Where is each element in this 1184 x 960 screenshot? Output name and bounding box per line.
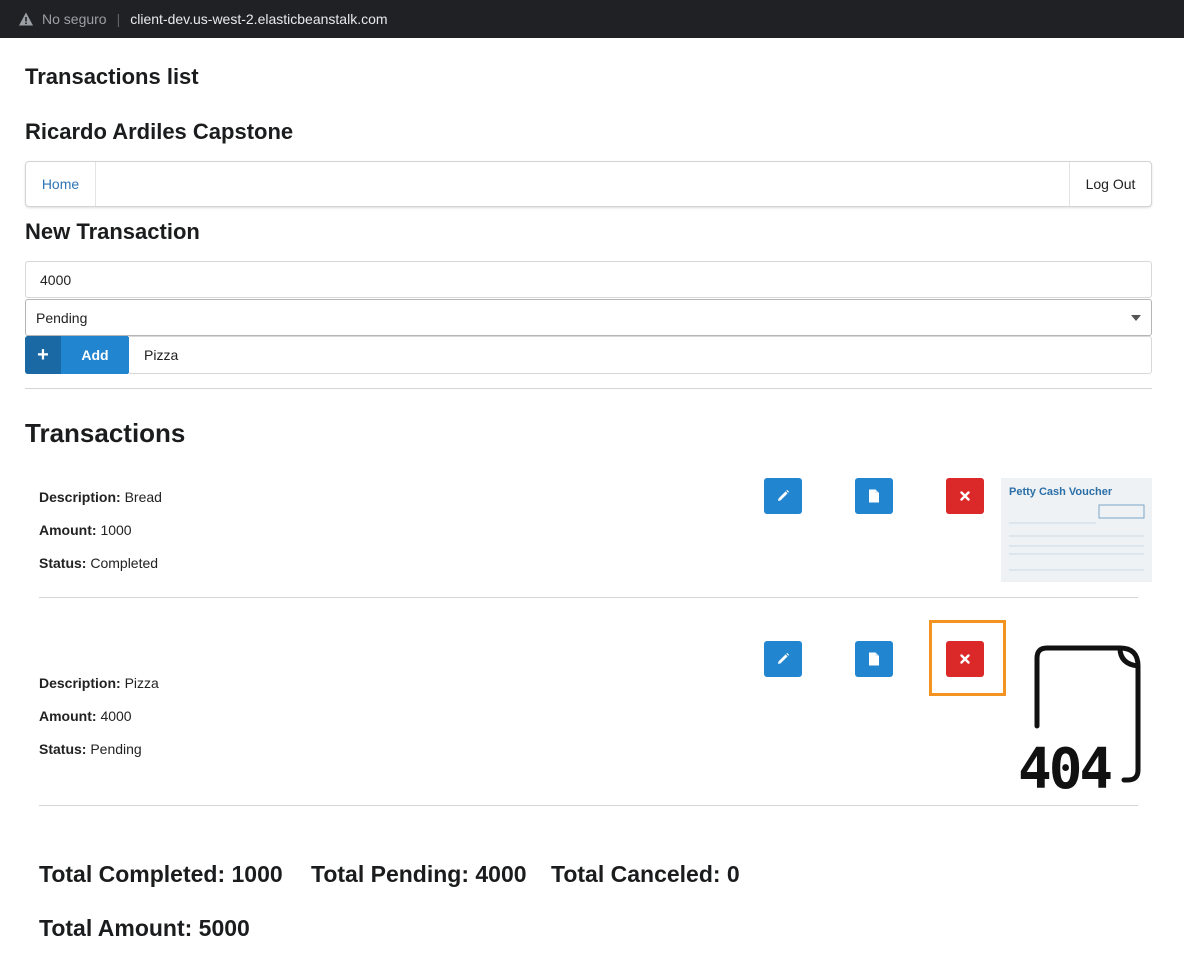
- transaction-1-description: Description: Bread: [39, 489, 162, 505]
- status-value: Completed: [90, 555, 159, 571]
- transaction-divider: [39, 597, 1138, 598]
- dropdown-caret-icon: [1131, 315, 1141, 321]
- delete-button[interactable]: [946, 641, 984, 677]
- page-subtitle: Ricardo Ardiles Capstone: [25, 119, 294, 144]
- edit-button[interactable]: [764, 641, 802, 677]
- total-canceled: Total Canceled: 0: [551, 861, 740, 887]
- file-icon: [869, 652, 879, 666]
- logout-button[interactable]: Log Out: [1069, 162, 1151, 206]
- attach-file-button[interactable]: [855, 641, 893, 677]
- total-amount: Total Amount: 5000: [39, 915, 250, 941]
- close-icon: [960, 654, 970, 664]
- description-value: Bread: [124, 489, 162, 505]
- description-input[interactable]: Pizza: [128, 336, 1152, 374]
- add-button-label: Add: [81, 347, 109, 363]
- transaction-2-description: Description: Pizza: [39, 675, 159, 691]
- menu-item-home[interactable]: Home: [26, 162, 96, 206]
- edit-button[interactable]: [764, 478, 802, 514]
- description-label: Description:: [39, 675, 121, 691]
- url-separator: |: [116, 11, 121, 27]
- add-button[interactable]: + Add: [25, 336, 129, 374]
- delete-button[interactable]: [946, 478, 984, 514]
- pencil-icon: [778, 652, 790, 664]
- petty-cash-voucher-image: Petty Cash Voucher: [1001, 478, 1152, 582]
- description-label: Description:: [39, 489, 121, 505]
- status-select-value: Pending: [36, 309, 88, 326]
- status-value: Pending: [90, 741, 142, 757]
- transaction-1-status: Status: Completed: [39, 555, 158, 571]
- document-404-icon: 404: [1018, 645, 1141, 802]
- transaction-1-amount: Amount: 1000: [39, 522, 132, 538]
- amount-value: 4000: [100, 708, 132, 724]
- status-label: Status:: [39, 741, 87, 757]
- amount-label: Amount:: [39, 522, 97, 538]
- transactions-heading: Transactions: [25, 418, 186, 448]
- transaction-2-status: Status: Pending: [39, 741, 142, 757]
- add-transaction-row: + Add Pizza: [25, 336, 1152, 374]
- section-divider: [25, 388, 1152, 389]
- status-label: Status:: [39, 555, 87, 571]
- total-pending: Total Pending: 4000: [311, 861, 527, 887]
- pencil-icon: [778, 489, 790, 501]
- status-select[interactable]: Pending: [25, 299, 1152, 336]
- transaction-divider: [39, 805, 1138, 806]
- amount-value: 1000: [100, 522, 132, 538]
- warning-icon: [19, 12, 33, 26]
- total-completed: Total Completed: 1000: [39, 861, 283, 887]
- attach-file-button[interactable]: [855, 478, 893, 514]
- amount-label: Amount:: [39, 708, 97, 724]
- security-label[interactable]: No seguro: [42, 11, 107, 27]
- file-icon: [869, 489, 879, 503]
- 404-text: 404: [1018, 737, 1111, 798]
- url-text[interactable]: client-dev.us-west-2.elasticbeanstalk.co…: [130, 11, 387, 27]
- page-title: Transactions list: [25, 64, 199, 89]
- new-transaction-heading: New Transaction: [25, 219, 200, 244]
- top-menu: Home Log Out: [25, 161, 1152, 207]
- description-value: Pizza: [124, 675, 159, 691]
- amount-input[interactable]: 4000: [25, 261, 1152, 298]
- file-not-found-404-image: 404: [1012, 640, 1152, 802]
- voucher-form-lines: [1009, 504, 1145, 571]
- close-icon: [960, 491, 970, 501]
- plus-icon: +: [25, 336, 61, 374]
- transaction-2-amount: Amount: 4000: [39, 708, 132, 724]
- browser-address-bar[interactable]: No seguro | client-dev.us-west-2.elastic…: [0, 0, 1184, 38]
